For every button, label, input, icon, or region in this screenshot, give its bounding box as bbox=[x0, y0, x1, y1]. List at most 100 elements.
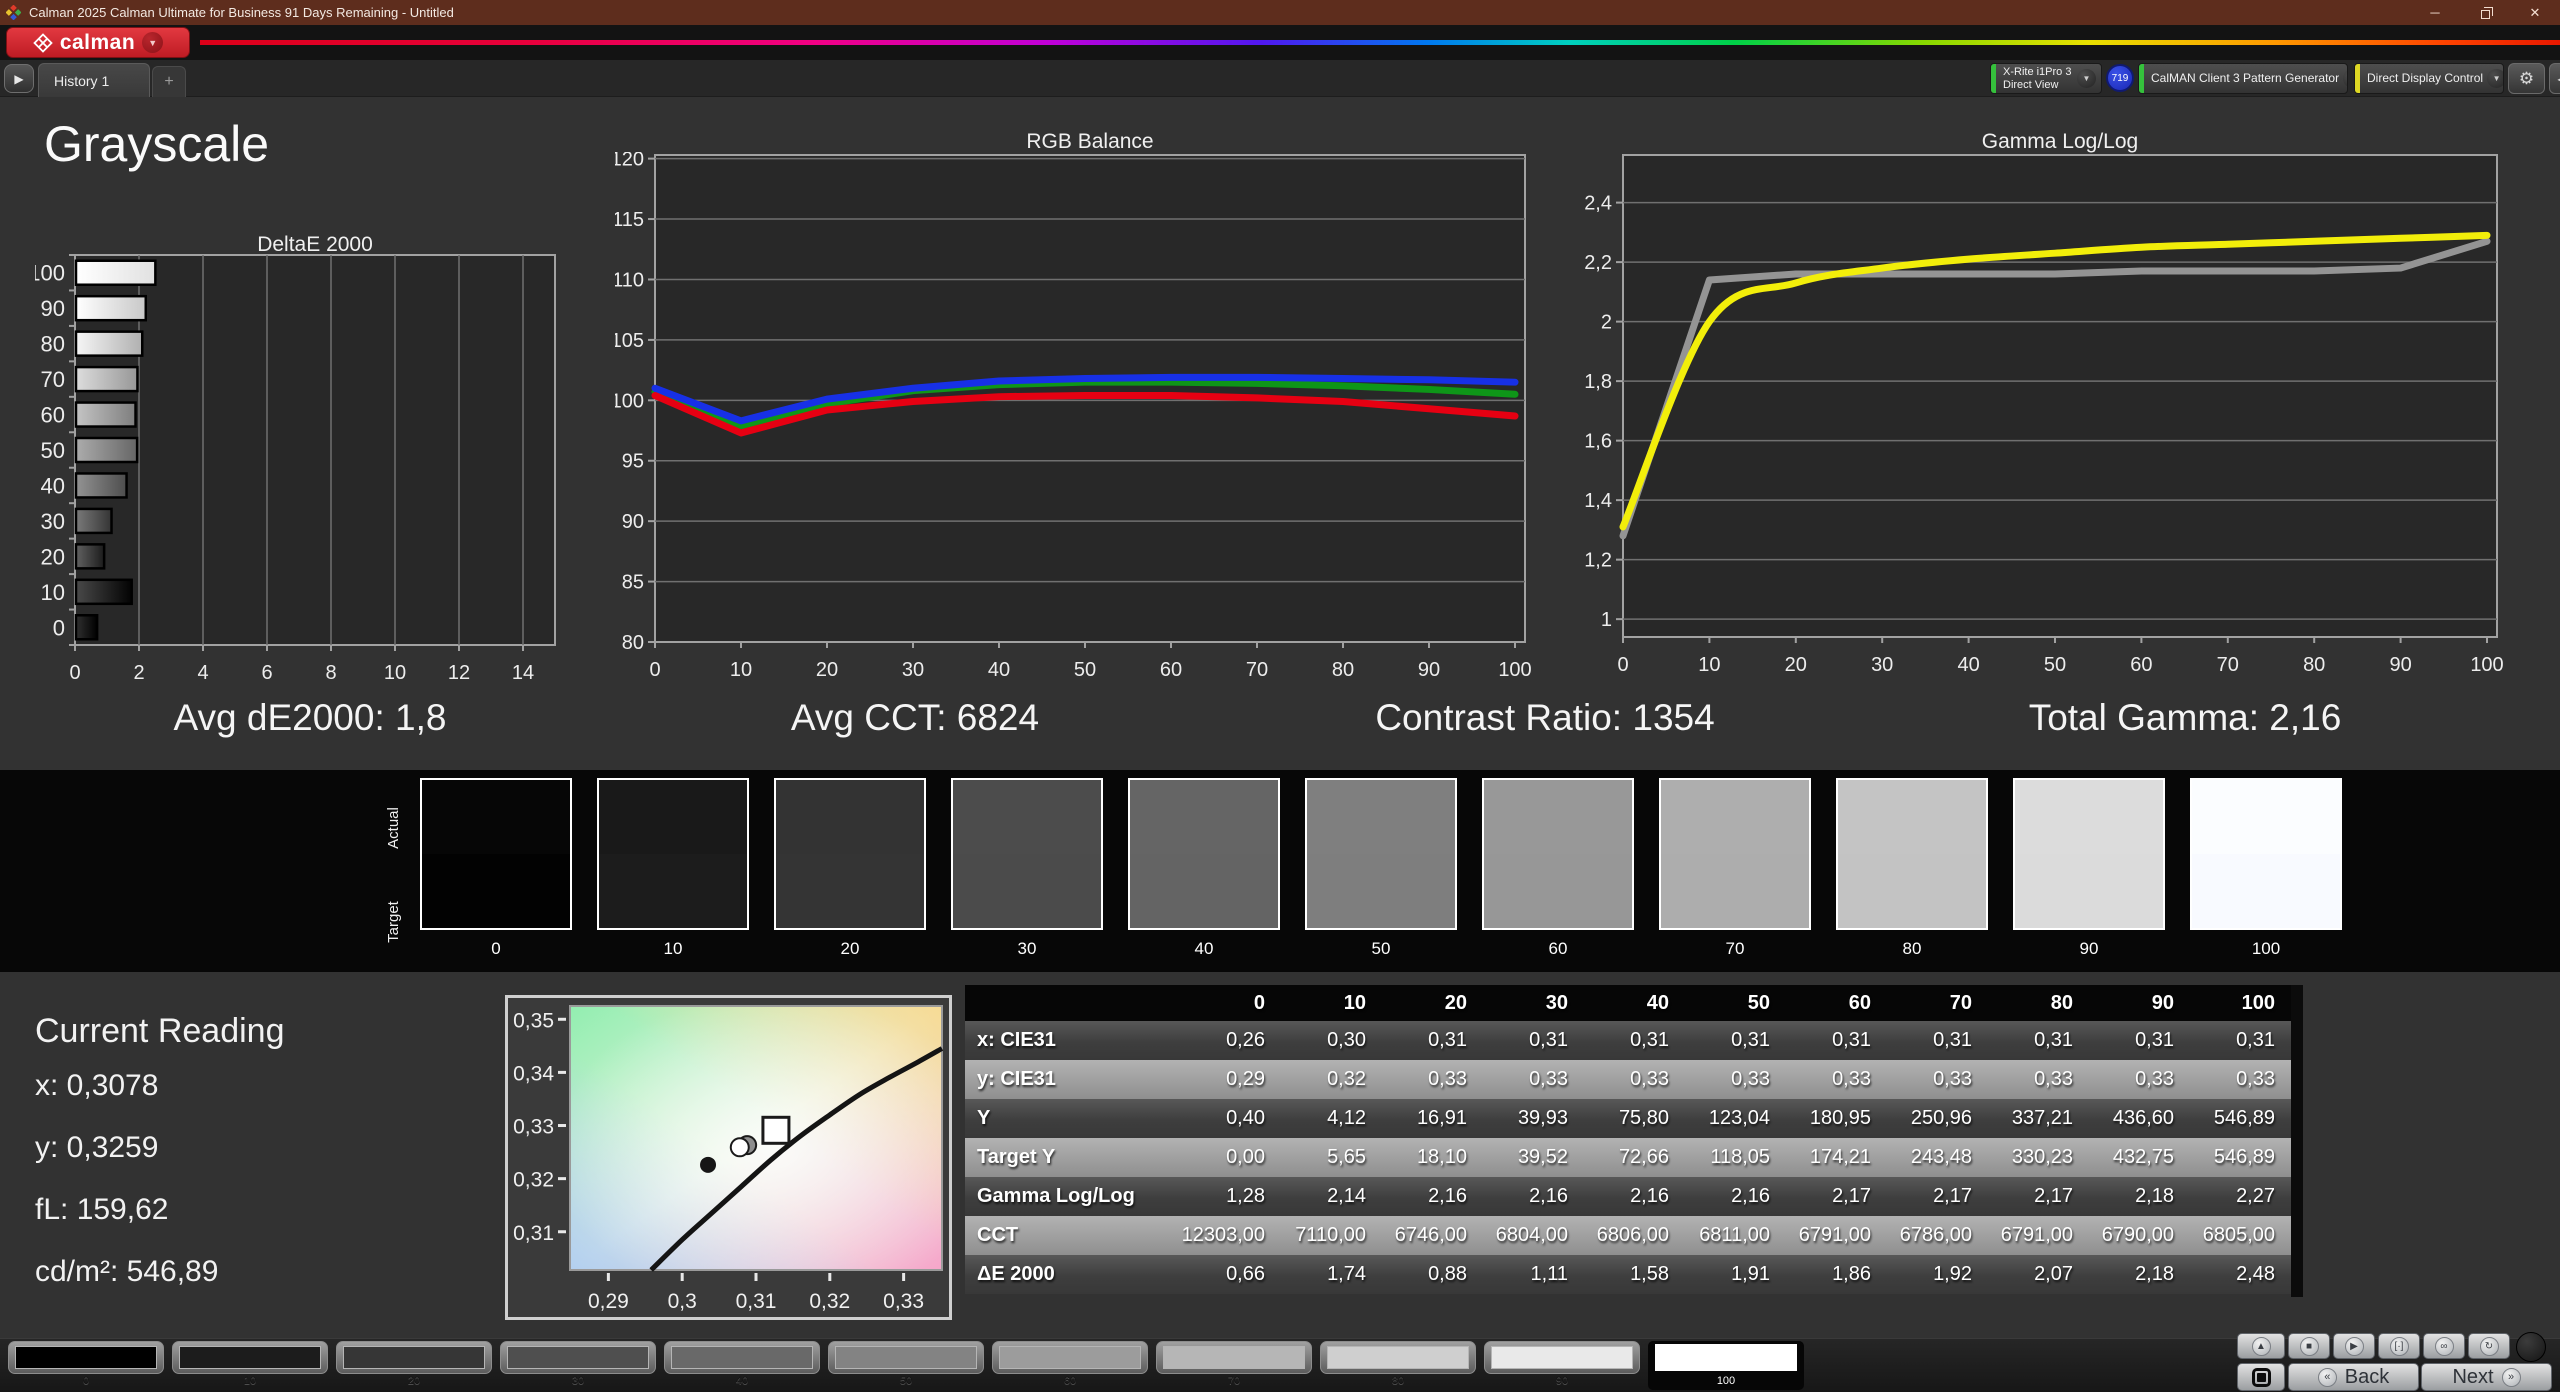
table-column-header: 40 bbox=[1646, 991, 1669, 1014]
page-title: Grayscale bbox=[44, 116, 270, 172]
next-button[interactable]: Next » bbox=[2421, 1363, 2552, 1391]
pattern-level-label: 20 bbox=[407, 1375, 421, 1387]
svg-text:80: 80 bbox=[2303, 654, 2325, 676]
close-button[interactable]: ✕ bbox=[2510, 0, 2560, 25]
reading-cdm2: cd/m²: 546,89 bbox=[35, 1255, 219, 1288]
swatch-level-label: 30 bbox=[1017, 939, 1037, 958]
display-control-dropdown[interactable]: Direct Display Control ▼ bbox=[2354, 63, 2504, 94]
target-row-label: Target bbox=[385, 901, 402, 943]
svg-text:20: 20 bbox=[1785, 654, 1807, 676]
table-cell: 0,31 bbox=[1529, 1029, 1568, 1051]
table-cell: 18,10 bbox=[1416, 1146, 1467, 1168]
table-column-header: 100 bbox=[2241, 991, 2275, 1014]
svg-text:0: 0 bbox=[1617, 654, 1628, 676]
chevron-up-icon: ▲ bbox=[2251, 1336, 2271, 1356]
pattern-level-label: 100 bbox=[1716, 1375, 1736, 1387]
table-cell: 0,00 bbox=[1226, 1146, 1265, 1168]
pattern-level-button[interactable]: 70 bbox=[1156, 1341, 1312, 1390]
display-control-name: Direct Display Control bbox=[2367, 70, 2484, 85]
continuous-button[interactable]: ∞ bbox=[2423, 1333, 2465, 1359]
calman-menu-button[interactable]: calman ▼ bbox=[6, 27, 190, 58]
pattern-level-button[interactable]: 30 bbox=[500, 1341, 656, 1390]
pattern-level-button[interactable]: 20 bbox=[336, 1341, 492, 1390]
grayscale-swatch: 20 bbox=[774, 778, 926, 959]
svg-text:1,8: 1,8 bbox=[1584, 371, 1612, 393]
pattern-level-label: 40 bbox=[735, 1375, 749, 1387]
pattern-level-label: 90 bbox=[1555, 1375, 1569, 1387]
table-cell: 12303,00 bbox=[1181, 1224, 1265, 1246]
pattern-level-button[interactable]: 0 bbox=[8, 1341, 164, 1390]
meter-dropdown[interactable]: X-Rite i1Pro 3 Direct View ▼ bbox=[1990, 63, 2102, 94]
svg-text:30: 30 bbox=[902, 659, 924, 681]
tab-history-1[interactable]: History 1 bbox=[38, 63, 150, 97]
session-play-button[interactable]: ▶ bbox=[4, 64, 34, 93]
minimize-button[interactable]: ─ bbox=[2410, 0, 2460, 25]
table-row: Gamma Log/Log 1,28 2,14 2,16 2,16 2,16 2,16 2,1… bbox=[965, 1177, 2291, 1216]
grayscale-data-table: 0 10 20 30 40 50 60 70 80 90 100 x: CIE31 0,26 0,30 0,… bbox=[965, 985, 2291, 1294]
grayscale-swatch: 90 bbox=[2013, 778, 2165, 959]
table-cell: 1,74 bbox=[1327, 1263, 1366, 1285]
table-cell: 330,23 bbox=[2011, 1146, 2073, 1168]
play-button[interactable]: ▶ bbox=[2333, 1333, 2375, 1359]
table-column-header: 50 bbox=[1747, 991, 1770, 1014]
svg-text:70: 70 bbox=[2217, 654, 2239, 676]
svg-text:115: 115 bbox=[615, 209, 644, 231]
table-cell: 0,33 bbox=[1428, 1068, 1467, 1090]
table-scroll-track[interactable] bbox=[2291, 985, 2303, 1297]
expand-patterns-button[interactable]: ▲ bbox=[2237, 1333, 2285, 1359]
table-cell: 6746,00 bbox=[1394, 1224, 1467, 1246]
pattern-level-button[interactable]: 50 bbox=[828, 1341, 984, 1390]
svg-text:95: 95 bbox=[622, 451, 644, 473]
reading-y: y: 0,3259 bbox=[35, 1131, 159, 1164]
table-cell: 6790,00 bbox=[2101, 1224, 2174, 1246]
loop-button[interactable]: ↻ bbox=[2468, 1333, 2510, 1359]
pattern-level-button[interactable]: 10 bbox=[172, 1341, 328, 1390]
table-row-label: Target Y bbox=[977, 1146, 1056, 1168]
pattern-level-button[interactable]: 60 bbox=[992, 1341, 1148, 1390]
table-cell: 174,21 bbox=[1809, 1146, 1871, 1168]
window-pattern-button[interactable] bbox=[2237, 1363, 2285, 1391]
grayscale-swatch: 80 bbox=[1836, 778, 1988, 959]
gamma-chart-title: Gamma Log/Log bbox=[1981, 130, 2139, 153]
table-row-label: CCT bbox=[977, 1224, 1019, 1246]
svg-text:105: 105 bbox=[615, 330, 644, 352]
add-tab-button[interactable]: + bbox=[152, 66, 186, 97]
svg-text:85: 85 bbox=[622, 572, 644, 594]
pattern-level-button[interactable]: 80 bbox=[1320, 1341, 1476, 1390]
stop-button[interactable]: ■ bbox=[2288, 1333, 2330, 1359]
range-button[interactable]: [·] bbox=[2378, 1333, 2420, 1359]
table-cell: 2,16 bbox=[1428, 1185, 1467, 1207]
table-cell: 250,96 bbox=[1910, 1107, 1972, 1129]
back-button[interactable]: « Back bbox=[2288, 1363, 2419, 1391]
table-cell: 1,58 bbox=[1630, 1263, 1669, 1285]
pattern-level-label: 30 bbox=[571, 1375, 585, 1387]
table-cell: 2,17 bbox=[2034, 1185, 2073, 1207]
restore-button[interactable] bbox=[2460, 0, 2510, 25]
table-cell: 1,92 bbox=[1933, 1263, 1972, 1285]
table-column-header: 60 bbox=[1848, 991, 1871, 1014]
svg-text:70: 70 bbox=[41, 367, 65, 392]
pattern-level-button[interactable]: 40 bbox=[664, 1341, 820, 1390]
source-dropdown[interactable]: CalMAN Client 3 Pattern Generator ▼ bbox=[2138, 63, 2348, 94]
svg-text:0,29: 0,29 bbox=[588, 1290, 629, 1313]
table-cell: 72,66 bbox=[1618, 1146, 1669, 1168]
pattern-level-label: 70 bbox=[1227, 1375, 1241, 1387]
collapse-panel-button[interactable]: ◀ bbox=[2549, 63, 2560, 94]
svg-text:2: 2 bbox=[133, 662, 144, 684]
calman-logo-icon bbox=[33, 32, 53, 53]
pattern-level-button[interactable]: 90 bbox=[1484, 1341, 1640, 1390]
table-row: Y 0,40 4,12 16,91 39,93 75,80 123,04 180,95 250,… bbox=[965, 1099, 2291, 1138]
back-arrow-icon: « bbox=[2317, 1367, 2337, 1387]
table-cell: 6806,00 bbox=[1596, 1224, 1669, 1246]
svg-text:1,2: 1,2 bbox=[1584, 550, 1612, 572]
table-cell: 0,33 bbox=[1933, 1068, 1972, 1090]
pattern-level-button[interactable]: 100 bbox=[1648, 1341, 1804, 1390]
svg-text:8: 8 bbox=[325, 662, 336, 684]
table-column-header: 30 bbox=[1545, 991, 1568, 1014]
svg-text:40: 40 bbox=[41, 473, 65, 498]
loop-icon: ↻ bbox=[2479, 1336, 2499, 1356]
settings-button[interactable]: ⚙ bbox=[2508, 63, 2545, 94]
gamma-chart: 1 1,2 1,4 1,6 1,8 2 2,2 2,4 0 10 20 30 40 50 60 70 80 90 1… bbox=[1584, 154, 2504, 676]
table-cell: 0,88 bbox=[1428, 1263, 1467, 1285]
table-cell: 39,93 bbox=[1517, 1107, 1568, 1129]
